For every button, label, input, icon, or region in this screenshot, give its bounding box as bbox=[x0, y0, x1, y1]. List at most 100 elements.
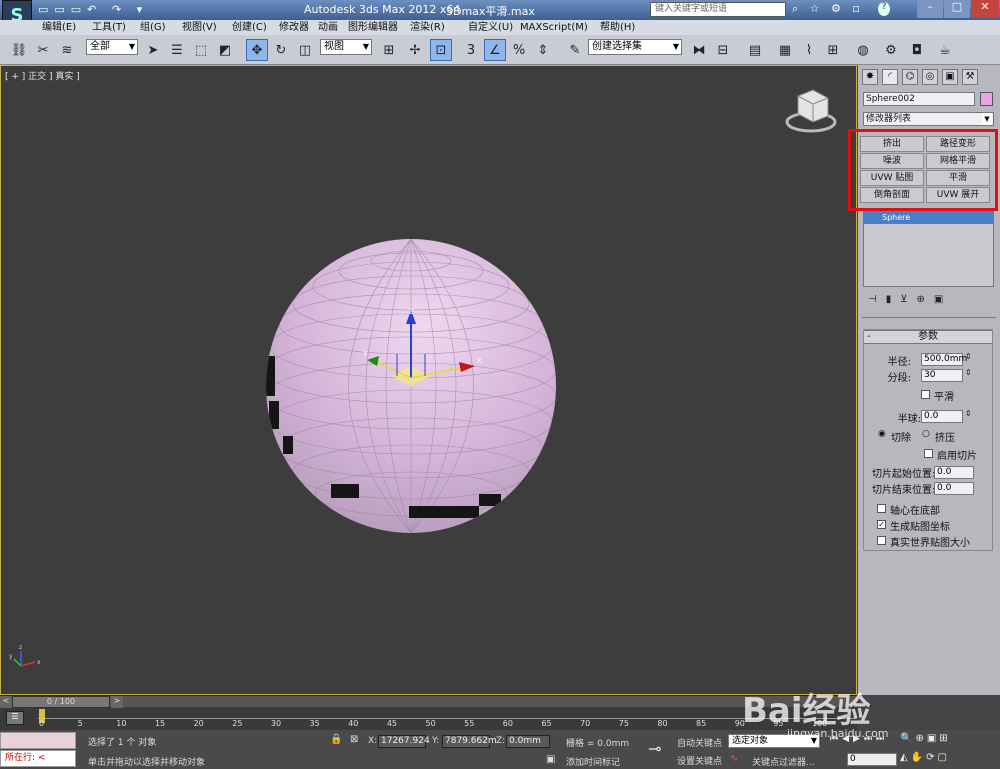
spinner-snap-icon[interactable]: ⇕ bbox=[532, 39, 554, 61]
modifier-bevel-profile-button[interactable]: 倒角剖面 bbox=[860, 187, 924, 203]
quick-access-icons[interactable]: ▭▭▭↶ ↷ ▾ bbox=[38, 3, 148, 16]
menu-rendering[interactable]: 渲染(R) bbox=[410, 21, 445, 34]
angle-snap-icon[interactable]: ∠ bbox=[484, 39, 506, 61]
select-move-icon[interactable]: ✥ bbox=[246, 39, 268, 61]
pivot-center-icon[interactable]: ⊞ bbox=[378, 39, 400, 61]
absolute-mode-icon[interactable]: ⊠ bbox=[350, 734, 358, 745]
x-coord-field[interactable]: 17267.924 bbox=[378, 735, 430, 748]
select-object-icon[interactable]: ➤ bbox=[142, 39, 164, 61]
watermark-url: jingyan.baidu.com bbox=[787, 727, 889, 740]
stack-controls[interactable]: ⊣▮⊻⊕▣ bbox=[868, 294, 952, 305]
key-filter-icon[interactable]: ∿ bbox=[730, 753, 738, 764]
minimize-button[interactable]: – bbox=[917, 0, 943, 18]
menu-edit[interactable]: 编辑(E) bbox=[42, 21, 76, 34]
modifier-smooth-button[interactable]: 平滑 bbox=[926, 170, 990, 186]
viewcube-icon[interactable] bbox=[785, 89, 837, 133]
named-selection-dropdown[interactable]: 创建选择集 bbox=[588, 39, 682, 55]
key-filters-button[interactable]: 关键点过滤器... bbox=[752, 755, 815, 768]
select-scale-icon[interactable]: ◫ bbox=[294, 39, 316, 61]
percent-snap-icon[interactable]: % bbox=[508, 39, 530, 61]
link-icon[interactable]: ⛓ bbox=[8, 39, 30, 61]
running-label-box[interactable]: 所在行: < bbox=[0, 750, 76, 767]
menu-create[interactable]: 创建(C) bbox=[232, 21, 267, 34]
modifier-path-deform-button[interactable]: 路径变形 bbox=[926, 136, 990, 152]
track-bar-toggle-icon[interactable]: ☰ bbox=[6, 711, 24, 725]
snaps-toggle-icon[interactable]: 3 bbox=[460, 39, 482, 61]
time-tag-icon[interactable]: ▣ bbox=[546, 754, 555, 765]
modifier-list-dropdown[interactable]: 修改器列表 ▼ bbox=[863, 112, 994, 126]
z-coord-field[interactable]: 0.0mm bbox=[506, 735, 550, 748]
auto-key-button[interactable]: 自动关键点 bbox=[677, 736, 722, 749]
modifier-extrude-button[interactable]: 挤出 bbox=[860, 136, 924, 152]
perspective-viewport[interactable]: [ + ] 正交 ] 真实 ] Z X Y x y z bbox=[0, 65, 857, 695]
object-color-swatch[interactable] bbox=[980, 92, 993, 106]
bind-spacewarp-icon[interactable]: ≋ bbox=[56, 39, 78, 61]
stack-item-sphere[interactable]: Sphere bbox=[864, 212, 993, 224]
ref-coord-dropdown[interactable]: 视图 bbox=[320, 39, 372, 55]
select-by-name-icon[interactable]: ☰ bbox=[166, 39, 188, 61]
modifier-meshsmooth-button[interactable]: 网格平滑 bbox=[926, 153, 990, 169]
select-rotate-icon[interactable]: ↻ bbox=[270, 39, 292, 61]
viewport-nav-icons[interactable]: 🔍⊕▣⊞ bbox=[900, 733, 951, 744]
menu-graph-editors[interactable]: 图形编辑器 bbox=[348, 21, 398, 34]
y-coord-field[interactable]: 7879.662m bbox=[442, 735, 497, 748]
schematic-view-icon[interactable]: ⊞ bbox=[822, 39, 844, 61]
key-icon[interactable]: ⊸ bbox=[648, 739, 661, 758]
add-time-tag[interactable]: 添加时间标记 bbox=[566, 755, 620, 768]
viewport-nav-icons-2[interactable]: ◭✋⟳▢ bbox=[900, 752, 950, 763]
main-toolbar: ⛓ ✂ ≋ 全部 ➤ ☰ ⬚ ◩ ✥ ↻ ◫ 视图 ⊞ ✢ ⊡ 3 ∠ % ⇕ … bbox=[0, 35, 1000, 65]
material-editor-icon[interactable]: ◍ bbox=[852, 39, 874, 61]
hierarchy-tab-icon[interactable]: ⌬ bbox=[902, 69, 918, 85]
menu-maxscript[interactable]: MAXScript(M) bbox=[520, 21, 588, 34]
help-icon[interactable]: ? bbox=[878, 2, 890, 16]
layer-manager-icon[interactable]: ▤ bbox=[744, 39, 766, 61]
sphere-object[interactable] bbox=[265, 239, 556, 533]
rect-selection-icon[interactable]: ⬚ bbox=[190, 39, 212, 61]
modify-tab-icon[interactable]: ◜ bbox=[882, 69, 898, 85]
display-tab-icon[interactable]: ▣ bbox=[942, 69, 958, 85]
create-tab-icon[interactable]: ✸ bbox=[862, 69, 878, 85]
modifier-noise-button[interactable]: 噪波 bbox=[860, 153, 924, 169]
render-teapot-icon[interactable]: ☕ bbox=[934, 39, 956, 61]
edit-named-sets-icon[interactable]: ✎ bbox=[564, 39, 586, 61]
search-input[interactable]: 键入关键字或短语 bbox=[650, 2, 786, 17]
motion-tab-icon[interactable]: ◎ bbox=[922, 69, 938, 85]
curve-editor-icon[interactable]: ⌇ bbox=[798, 39, 820, 61]
selection-filter-dropdown[interactable]: 全部 bbox=[86, 39, 138, 55]
modifier-uvw-map-button[interactable]: UVW 贴图 bbox=[860, 170, 924, 186]
render-setup-icon[interactable]: ⚙ bbox=[880, 39, 902, 61]
maximize-button[interactable]: □ bbox=[944, 0, 970, 18]
lock-icon[interactable]: 🔒 bbox=[330, 734, 342, 745]
current-frame-field[interactable]: 0 bbox=[847, 753, 897, 766]
info-center-icons[interactable]: ⌕ ☆ ⚙ ▫ bbox=[792, 2, 864, 16]
modifier-stack[interactable]: Sphere bbox=[863, 211, 994, 287]
menu-tools[interactable]: 工具(T) bbox=[92, 21, 126, 34]
unlink-icon[interactable]: ✂ bbox=[32, 39, 54, 61]
modifier-unwrap-uvw-button[interactable]: UVW 展开 bbox=[926, 187, 990, 203]
utilities-tab-icon[interactable]: ⚒ bbox=[962, 69, 978, 85]
object-name-field[interactable]: Sphere002 bbox=[863, 92, 975, 106]
menu-animation[interactable]: 动画 bbox=[318, 21, 338, 34]
frame-tick-label: 40 bbox=[348, 719, 359, 728]
maxscript-listener[interactable] bbox=[0, 732, 76, 749]
menu-customize[interactable]: 自定义(U) bbox=[468, 21, 513, 34]
graphite-tools-icon[interactable]: ▦ bbox=[774, 39, 796, 61]
mirror-icon[interactable]: ⧓ bbox=[688, 39, 710, 61]
keyboard-shortcut-icon[interactable]: ⊡ bbox=[430, 39, 452, 61]
align-icon[interactable]: ⊟ bbox=[712, 39, 734, 61]
close-button[interactable]: ✕ bbox=[971, 0, 999, 18]
window-crossing-icon[interactable]: ◩ bbox=[214, 39, 236, 61]
time-slider-track[interactable]: < 0 / 100 > bbox=[0, 695, 857, 708]
next-frame-button[interactable]: > bbox=[111, 696, 123, 708]
select-manipulate-icon[interactable]: ✢ bbox=[404, 39, 426, 61]
track-bar[interactable] bbox=[38, 710, 857, 719]
rendered-frame-icon[interactable]: ◘ bbox=[906, 39, 928, 61]
prev-frame-button[interactable]: < bbox=[0, 696, 12, 708]
menu-views[interactable]: 视图(V) bbox=[182, 21, 217, 34]
menu-modifiers[interactable]: 修改器 bbox=[279, 21, 309, 34]
menu-group[interactable]: 组(G) bbox=[140, 21, 166, 34]
time-slider-thumb[interactable]: 0 / 100 bbox=[12, 696, 110, 708]
set-key-button[interactable]: 设置关键点 bbox=[677, 754, 722, 767]
app-title: Autodesk 3ds Max 2012 x64 bbox=[304, 3, 461, 16]
menu-help[interactable]: 帮助(H) bbox=[600, 21, 635, 34]
